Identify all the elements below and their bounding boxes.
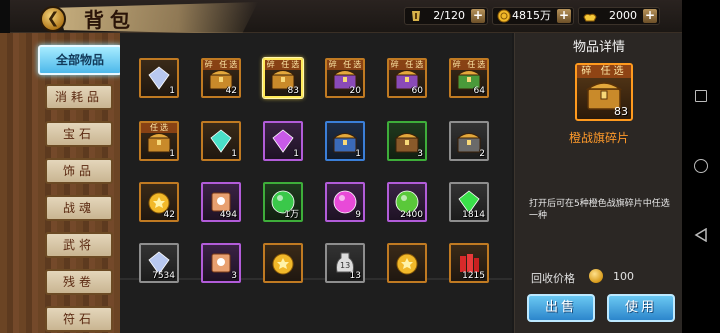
item-slot[interactable]: 1814 [449, 182, 489, 222]
item-count: 9 [355, 210, 361, 220]
tab-all-items[interactable]: 全部物品 [38, 45, 122, 75]
detail-item-slot: 碎 任选 83 [575, 63, 633, 121]
item-count: 7534 [152, 271, 175, 281]
back-button[interactable]: ❮ [40, 6, 66, 32]
item-count: 1 [355, 149, 361, 159]
item-count: 2 [479, 149, 485, 159]
tab-runes[interactable]: 符石 [45, 306, 113, 332]
item-slot[interactable]: 碎 任选 64 [449, 58, 489, 98]
fragment-badge: 任选 [141, 123, 177, 133]
add-gold-button[interactable]: + [557, 9, 571, 23]
detail-item-name: 橙战旗碎片 [568, 131, 629, 145]
fragment-badge: 碎 任选 [265, 60, 302, 70]
item-slot[interactable]: 1 [139, 58, 179, 98]
recycle-price-value: 100 [613, 270, 634, 283]
fragment-badge: 碎 任选 [577, 65, 631, 78]
tab-consumables[interactable]: 消耗品 [45, 84, 113, 110]
detail-item-count: 83 [614, 105, 628, 118]
item-count: 42 [225, 86, 237, 96]
item-count: 64 [473, 86, 485, 96]
gold-display: 4815万 + [492, 7, 574, 25]
item-count: 1814 [462, 210, 485, 220]
tab-generals[interactable]: 武将 [45, 232, 113, 258]
sell-button[interactable]: 出售 [527, 294, 595, 322]
item-count: 13 [349, 271, 361, 281]
gold-coin-icon [497, 9, 511, 23]
item-slot[interactable]: 任选 1 [139, 121, 179, 161]
item-slot[interactable]: 2400 [387, 182, 427, 222]
tab-accessories[interactable]: 饰品 [45, 158, 113, 184]
item-count: 1 [169, 149, 175, 159]
item-slot[interactable]: 1 [325, 121, 365, 161]
item-slot[interactable]: 7534 [139, 243, 179, 283]
item-slot[interactable]: 42 [139, 182, 179, 222]
item-slot[interactable]: 1215 [449, 243, 489, 283]
add-ingot-button[interactable]: + [643, 9, 657, 23]
item-slot[interactable]: 碎 任选 42 [201, 58, 241, 98]
item-count: 3 [417, 149, 423, 159]
page-title: 背包 [84, 8, 136, 32]
item-slot[interactable]: 1 [201, 121, 241, 161]
bag-capacity-icon [412, 11, 420, 21]
system-nav-bar [682, 0, 720, 333]
item-slot[interactable]: 碎 任选 83 [263, 58, 303, 98]
tab-war-souls[interactable]: 战魂 [45, 195, 113, 221]
item-count: 20 [349, 86, 361, 96]
item-count: 1 [231, 149, 237, 159]
recycle-price-label: 回收价格 [531, 272, 575, 285]
item-slot[interactable]: 3 [387, 121, 427, 161]
ingot-display: 2000 + [578, 7, 660, 25]
gold-coin-icon [589, 269, 603, 283]
item-count: 1 [293, 149, 299, 159]
fragment-badge: 碎 任选 [203, 60, 240, 70]
item-slot[interactable]: 碎 任选 20 [325, 58, 365, 98]
home-icon[interactable] [694, 159, 708, 173]
item-slot[interactable]: 1 [263, 121, 303, 161]
tab-gems[interactable]: 宝石 [45, 121, 113, 147]
detail-item-description: 打开后可在5种橙色战旗碎片中任选一种 [529, 199, 670, 221]
tab-scrolls[interactable]: 残卷 [45, 269, 113, 295]
gold-star-coin-icon [396, 253, 418, 275]
fragment-badge: 碎 任选 [451, 60, 488, 70]
gold-medal-icon [272, 253, 294, 275]
item-slot[interactable] [387, 243, 427, 283]
item-count: 83 [287, 86, 299, 96]
item-slot[interactable] [263, 243, 303, 283]
gold-value: 4815万 [512, 9, 551, 22]
item-count: 494 [219, 210, 237, 220]
item-slot[interactable]: 1万 [263, 182, 303, 222]
item-count: 1万 [284, 210, 299, 220]
expand-bag-button[interactable]: + [471, 9, 485, 23]
use-button[interactable]: 使用 [607, 294, 675, 322]
svg-text:13: 13 [340, 261, 350, 270]
back-triangle-icon[interactable] [694, 228, 708, 242]
item-slot[interactable]: 2 [449, 121, 489, 161]
item-slot[interactable]: 3 [201, 243, 241, 283]
item-count: 42 [163, 210, 175, 220]
item-count: 1215 [462, 271, 485, 281]
back-arrow-icon: ❮ [46, 9, 60, 27]
item-slot[interactable]: 碎 任选 60 [387, 58, 427, 98]
fragment-badge: 碎 任选 [327, 60, 364, 70]
fragment-badge: 碎 任选 [389, 60, 426, 70]
item-count: 60 [411, 86, 423, 96]
item-detail-panel: 物品详情 碎 任选 83 橙战旗碎片 打开后可在5种橙色战旗碎片中任选一种 回收… [514, 33, 682, 333]
detail-title: 物品详情 [572, 40, 625, 55]
ingot-value: 2000 [609, 9, 637, 22]
item-slot[interactable]: 9 [325, 182, 365, 222]
bag-capacity-value: 2/120 [433, 9, 465, 22]
item-slot[interactable]: 13 13 [325, 243, 365, 283]
item-count: 2400 [400, 210, 423, 220]
recent-apps-icon[interactable] [695, 90, 707, 102]
bag-capacity-display: 2/120 + [404, 7, 488, 25]
gold-ingot-icon [583, 13, 597, 22]
item-slot[interactable]: 494 [201, 182, 241, 222]
item-count: 1 [169, 86, 175, 96]
item-count: 3 [231, 271, 237, 281]
